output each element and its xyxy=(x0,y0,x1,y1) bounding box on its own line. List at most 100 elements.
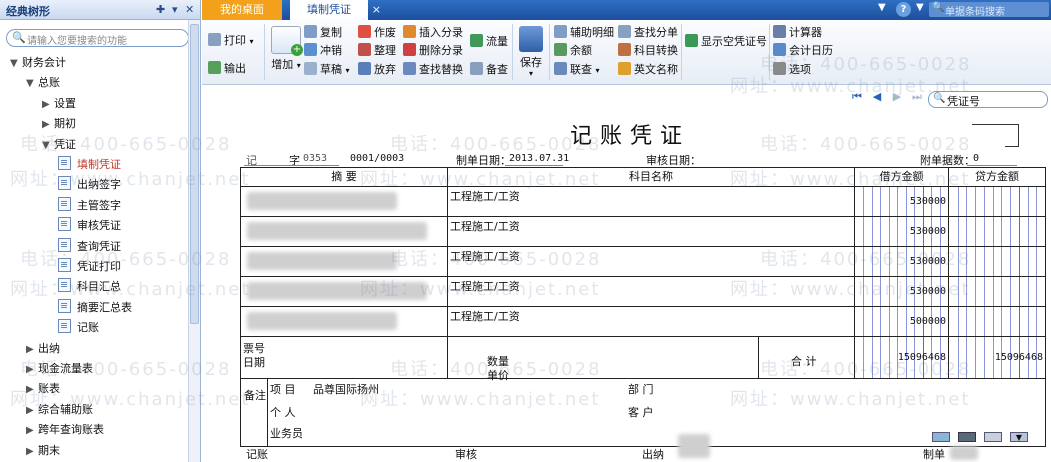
discard-button[interactable]: 放弃 xyxy=(358,61,396,78)
chevron-right-icon[interactable]: ▶ xyxy=(26,422,38,440)
account-cell[interactable]: 工程施工/工资 xyxy=(447,306,855,337)
tree-item[interactable]: ▶ 账表 xyxy=(26,380,60,398)
function-search-input[interactable]: 🔍 请输入您要搜索的功能 xyxy=(6,29,189,47)
voucher-number-search[interactable]: 🔍 凭证号 xyxy=(928,91,1048,108)
tree-item[interactable]: 记账 xyxy=(58,319,99,337)
debit-cell[interactable]: 530000 xyxy=(854,216,949,247)
tree-item[interactable]: ▼ 财务会计 xyxy=(10,54,66,72)
credit-cell[interactable] xyxy=(948,306,1046,337)
tree-item[interactable]: 出纳签字 xyxy=(58,176,121,194)
find-entry-button[interactable]: 查找分单 xyxy=(618,24,678,41)
chevron-right-icon[interactable]: ▶ xyxy=(42,116,54,134)
credit-cell[interactable] xyxy=(948,216,1046,247)
attach-value[interactable]: 0 xyxy=(973,153,979,164)
reverse-button[interactable]: 冲销 xyxy=(304,42,342,59)
summary-cell[interactable] xyxy=(240,186,448,217)
account-cell[interactable]: 工程施工/工资 xyxy=(447,246,855,277)
debit-cell[interactable]: 530000 xyxy=(854,276,949,307)
summary-cell[interactable] xyxy=(240,246,448,277)
account-convert-button[interactable]: 科目转换 xyxy=(618,42,678,59)
tree-item[interactable]: ▶ 设置 xyxy=(42,95,76,113)
chevron-down-icon[interactable]: ▼ xyxy=(1010,432,1028,442)
chevron-right-icon[interactable]: ▶ xyxy=(26,341,38,359)
tree-item[interactable]: ▶ 现金流量表 xyxy=(26,360,93,378)
chevron-down-icon[interactable]: ▼ xyxy=(10,55,22,73)
tree-item[interactable]: ▶ 期初 xyxy=(42,115,76,133)
voucher-zi-value[interactable]: 0353 xyxy=(303,153,327,164)
tree-item[interactable]: ▼ 总账 xyxy=(26,74,60,92)
chevron-right-icon[interactable]: ▶ xyxy=(26,402,38,420)
account-cell[interactable]: 工程施工/工资 xyxy=(447,276,855,307)
draft-button[interactable]: 草稿 ▾ xyxy=(304,61,350,78)
english-name-button[interactable]: 英文名称 xyxy=(618,61,678,78)
aux-detail-button[interactable]: 辅助明细 xyxy=(554,24,614,41)
account-cell[interactable]: 工程施工/工资 xyxy=(447,216,855,247)
chevron-right-icon[interactable]: ▶ xyxy=(26,443,38,461)
tree-item[interactable]: 摘要汇总表 xyxy=(58,298,132,317)
scrollbar-thumb[interactable] xyxy=(190,24,199,324)
tab-fill-voucher[interactable]: 填制凭证 × xyxy=(290,0,381,20)
chevron-down-icon[interactable]: ▼ xyxy=(42,137,54,155)
last-record-icon[interactable]: ⏭ xyxy=(910,90,924,104)
help-icon[interactable]: ? xyxy=(896,2,911,17)
flow-button[interactable]: 流量 xyxy=(470,33,508,50)
credit-cell[interactable] xyxy=(948,276,1046,307)
image-icon[interactable] xyxy=(958,432,976,442)
edit-icon[interactable] xyxy=(984,432,1002,442)
chevron-right-icon[interactable]: ▶ xyxy=(42,96,54,114)
tree-item[interactable]: 查询凭证 xyxy=(58,237,121,256)
tree-item[interactable]: ▶ 出纳 xyxy=(26,340,60,358)
debit-cell[interactable]: 530000 xyxy=(854,186,949,217)
options-button[interactable]: 选项 xyxy=(773,61,811,78)
debit-cell[interactable]: 500000 xyxy=(854,306,949,337)
calendar-button[interactable]: 会计日历 xyxy=(773,42,833,59)
project-value[interactable]: 品尊国际扬州 xyxy=(313,381,379,397)
attachment-icon[interactable] xyxy=(932,432,950,442)
next-record-icon[interactable]: ▶ xyxy=(890,90,904,104)
barcode-search-input[interactable]: 🔍 单据条码搜索 xyxy=(929,2,1049,18)
tab-close-icon[interactable]: × xyxy=(372,0,381,20)
summary-cell[interactable] xyxy=(240,306,448,337)
tree-item[interactable]: 主管签字 xyxy=(58,196,121,215)
tab-desktop[interactable]: 我的桌面 xyxy=(202,0,282,20)
date-value[interactable]: 2013.07.31 xyxy=(509,153,569,164)
print-button[interactable]: 打印 ▾ xyxy=(208,32,254,49)
calculator-button[interactable]: 计算器 xyxy=(773,24,822,41)
tree-item[interactable]: 凭证打印 xyxy=(58,258,121,276)
summary-cell[interactable] xyxy=(240,216,448,247)
organize-button[interactable]: 整理 xyxy=(358,42,396,59)
first-record-icon[interactable]: ⏮ xyxy=(850,90,864,104)
tree-item[interactable]: 科目汇总 xyxy=(58,278,121,296)
balance-button[interactable]: 余额 xyxy=(554,42,592,59)
tree-item[interactable]: ▶ 综合辅助账 xyxy=(26,401,93,419)
export-button[interactable]: 输出 xyxy=(208,60,246,77)
chevron-down-icon[interactable]: ▼ xyxy=(878,2,886,13)
void-button[interactable]: 作废 xyxy=(358,24,396,41)
add-button[interactable]: + 增加 ▾ xyxy=(268,26,304,72)
pin-icon[interactable]: ✚ xyxy=(156,3,165,16)
insert-entry-button[interactable]: 插入分录 xyxy=(403,24,463,41)
account-cell[interactable]: 工程施工/工资 xyxy=(447,186,855,217)
tree-item[interactable]: ▶ 期末 xyxy=(26,442,60,460)
left-scrollbar[interactable] xyxy=(188,20,200,462)
tree-item[interactable]: ▼ 凭证 xyxy=(42,136,76,154)
chevron-down-icon[interactable]: ▼ xyxy=(916,2,924,13)
save-button[interactable]: 保存 ▾ xyxy=(516,26,546,78)
find-replace-button[interactable]: 查找替换 xyxy=(403,61,463,78)
delete-entry-button[interactable]: 删除分录 xyxy=(403,42,463,59)
debit-cell[interactable]: 530000 xyxy=(854,246,949,277)
close-icon[interactable]: ✕ xyxy=(185,3,194,16)
tree-item[interactable]: 填制凭证 xyxy=(58,156,121,174)
chevron-right-icon[interactable]: ▶ xyxy=(26,361,38,379)
chevron-down-icon[interactable]: ▼ xyxy=(26,75,38,93)
credit-cell[interactable] xyxy=(948,186,1046,217)
tree-item[interactable]: ▶ 跨年查询账表 xyxy=(26,421,104,439)
prev-record-icon[interactable]: ◀ xyxy=(870,90,884,104)
summary-cell[interactable] xyxy=(240,276,448,307)
linked-query-button[interactable]: 联查 ▾ xyxy=(554,61,600,78)
show-empty-voucher-button[interactable]: 显示空凭证号 xyxy=(685,33,767,50)
copy-button[interactable]: 复制 xyxy=(304,24,342,41)
credit-cell[interactable] xyxy=(948,246,1046,277)
note-button[interactable]: 备查 xyxy=(470,61,508,78)
chevron-right-icon[interactable]: ▶ xyxy=(26,381,38,399)
